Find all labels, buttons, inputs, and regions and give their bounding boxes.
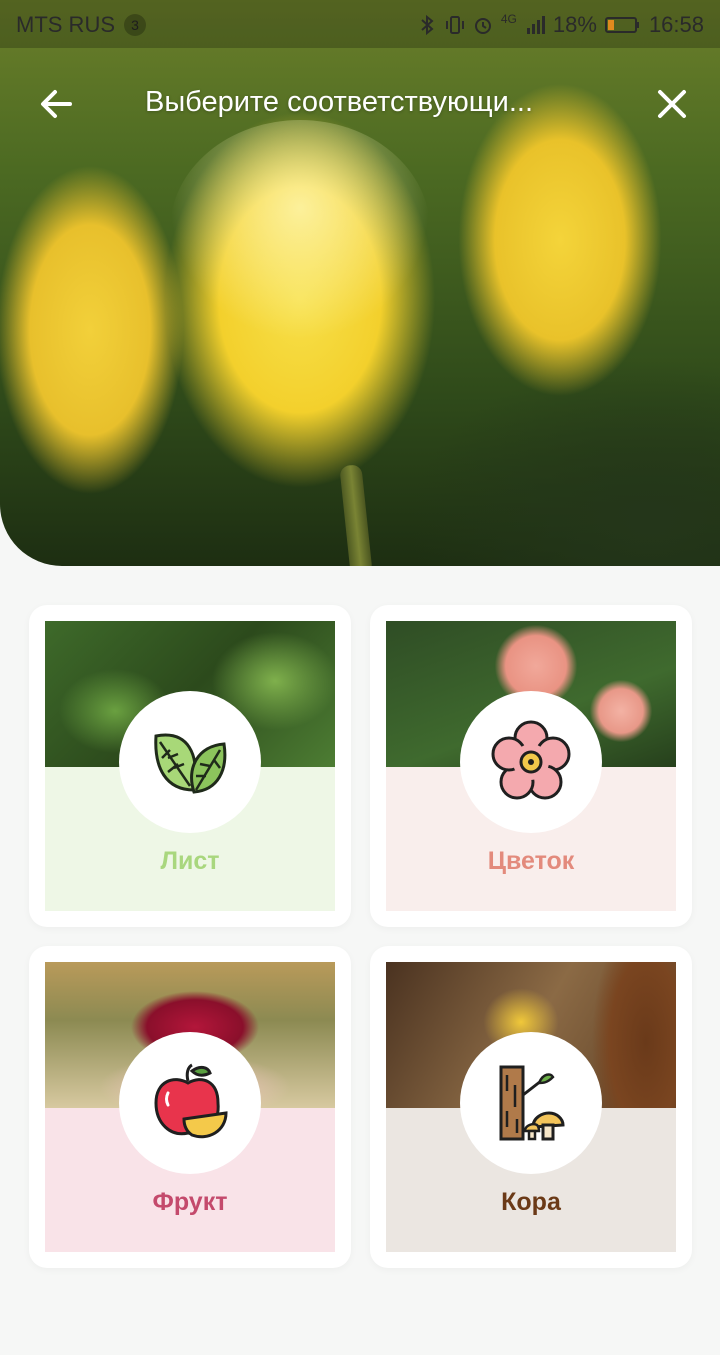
fruit-icon	[154, 1063, 228, 1139]
bluetooth-icon	[421, 14, 434, 36]
bark-icon	[499, 1065, 565, 1141]
category-card-flower[interactable]: Цветок	[370, 605, 692, 927]
status-icons: 4G 18% 16:58	[417, 12, 704, 38]
leaf-icon-circle	[119, 691, 261, 833]
category-label-fruit: Фрукт	[152, 1188, 228, 1216]
sim-badge: 3	[124, 14, 146, 36]
category-label-leaf: Лист	[160, 847, 220, 875]
category-label-flower: Цветок	[487, 847, 575, 875]
flower-icon-circle	[460, 691, 602, 833]
status-bar: MTS RUS 3 4G 18% 16:58	[0, 0, 720, 48]
alarm-icon	[474, 18, 491, 34]
close-icon[interactable]	[652, 84, 692, 124]
tulip-stem	[339, 464, 373, 566]
battery-percent: 18%	[552, 12, 597, 37]
category-card-leaf[interactable]: Лист	[29, 605, 351, 927]
carrier-label: MTS RUS	[16, 12, 115, 37]
leaf-icon	[154, 733, 227, 794]
category-card-fruit[interactable]: Фрукт	[29, 946, 351, 1268]
tulip-highlight	[170, 120, 430, 340]
fruit-icon-circle	[119, 1032, 261, 1174]
clock: 16:58	[648, 12, 704, 37]
arrow-left-icon[interactable]	[36, 84, 76, 124]
category-card-bark[interactable]: Кора	[370, 946, 692, 1268]
flower-icon	[491, 720, 571, 800]
battery-icon	[604, 17, 639, 33]
signal-icon	[526, 16, 545, 34]
bark-icon-circle	[460, 1032, 602, 1174]
page-title: Выберите соответствующи...	[145, 86, 534, 118]
top-bar: Выберите соответствующи...	[0, 64, 720, 144]
category-label-bark: Кора	[501, 1188, 561, 1216]
network-label: 4G	[500, 12, 517, 26]
vibrate-icon	[445, 16, 464, 34]
